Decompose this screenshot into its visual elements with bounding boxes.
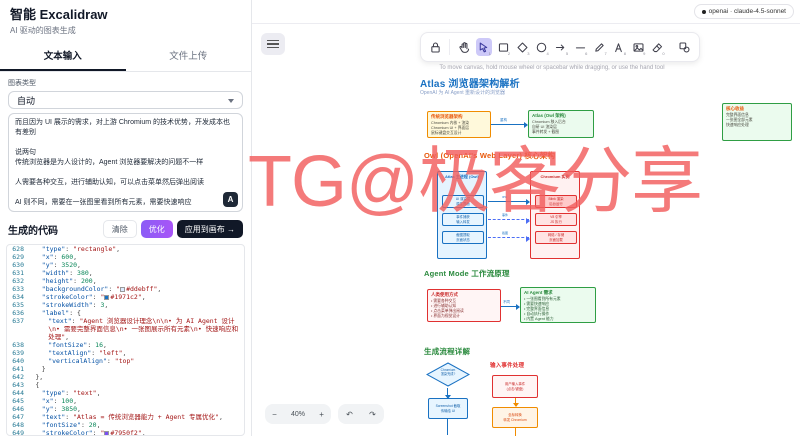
redo-button[interactable]: ↷ — [369, 410, 376, 419]
tab-file-upload[interactable]: 文件上传 — [126, 42, 252, 71]
menu-button[interactable] — [261, 33, 285, 55]
chart-type-select[interactable]: 自动 — [8, 91, 243, 109]
arrow-shape[interactable] — [512, 398, 519, 407]
shape-old-browser-box[interactable]: 传统浏览器架构 Chromium 内核 + 渲染 Chromium UI + 界… — [427, 111, 491, 138]
sidebar: 智能 Excalidraw AI 驱动的图表生成 文本输入 文件上传 图表类型 … — [0, 0, 252, 436]
lock-icon[interactable] — [427, 38, 443, 56]
chart-type-field: 图表类型 自动 — [0, 72, 251, 109]
container-title: Chromium 实例 — [540, 174, 570, 179]
ellipse-icon[interactable]: 4 — [533, 38, 549, 56]
connector-line[interactable] — [447, 419, 448, 435]
selection-icon[interactable]: 1 — [475, 38, 492, 56]
shape-chromium-container[interactable]: Chromium 实例 Blink 渲染 后台运行 V8 引擎 JS 执行 网络 /… — [530, 171, 580, 259]
box-title: 核心收益 — [726, 106, 744, 111]
shape-atlas-process-container[interactable]: Atlas 主进程 (Owl) UI 渲染层 原生界面 事件捕获 输入转发 截图提取… — [437, 171, 487, 259]
zoom-control: − 40% + — [265, 404, 331, 424]
generated-code-bar: 生成的代码 清除 优化 应用到画布 → — [0, 212, 251, 244]
arrow-icon[interactable]: 5 — [553, 38, 569, 56]
shape-human-box[interactable]: 人类使用方式 • 需要各种交互 • 进行辅助认知 • 点击菜单弹出阅读 • 界面… — [427, 289, 501, 322]
optimize-button[interactable]: 优化 — [140, 220, 173, 238]
box-title: Atlas (Owl 架构) — [532, 113, 566, 118]
chart-type-value: 自动 — [17, 95, 36, 106]
image-icon[interactable]: 9 — [630, 38, 646, 56]
text-style-button[interactable]: A — [223, 192, 238, 207]
model-selector[interactable]: openai · claude-4.5-sonnet — [693, 4, 794, 19]
arrow-label: 截图 — [502, 231, 509, 235]
zoom-value[interactable]: 40% — [291, 411, 305, 418]
sidebar-header: 智能 Excalidraw AI 驱动的图表生成 — [0, 0, 251, 38]
shape-input-event-box[interactable]: 用户输入事件 (点击/键盘) — [492, 375, 538, 398]
hand-icon[interactable] — [456, 38, 472, 56]
tab-text-input[interactable]: 文本输入 — [0, 42, 126, 71]
diamond-icon[interactable]: 3 — [514, 38, 530, 56]
box-title: AI Agent 需求 — [524, 290, 553, 295]
apply-to-canvas-button[interactable]: 应用到画布 → — [176, 220, 243, 238]
canvas-hint: To move canvas, hold mouse wheel or spac… — [439, 65, 665, 71]
rectangle-icon[interactable]: 2 — [495, 38, 511, 56]
shape-atlas-box[interactable]: Atlas (Owl 架构) Chromium 移入后台 自研 UI 渲染层 事… — [528, 110, 594, 138]
shape-inner-box[interactable]: 网络 / 存储 页面加载 — [535, 231, 577, 244]
clear-button[interactable]: 清除 — [102, 220, 137, 238]
undo-button[interactable]: ↶ — [346, 410, 353, 419]
chart-type-label: 图表类型 — [8, 80, 36, 87]
arrow-label: 重构 — [500, 118, 507, 122]
status-dot-icon — [701, 9, 706, 14]
arrow-shape[interactable] — [491, 121, 528, 128]
shape-inner-box[interactable]: 事件捕获 输入转发 — [442, 213, 484, 226]
flow-right-title[interactable]: 输入事件处理 — [490, 361, 524, 369]
tabs: 文本输入 文件上传 — [0, 42, 251, 72]
history-control: ↶ ↷ — [338, 404, 384, 424]
code-editor[interactable]: 628 "type": "rectangle", 629 "x": 600, 630 "y… — [6, 244, 245, 436]
arrow-shape[interactable] — [488, 235, 530, 242]
arrow-shape[interactable] — [501, 303, 520, 310]
shape-agent-box[interactable]: AI Agent 需求 • 一张图看到所有元素 • 需要快速响应 • 完整界面信… — [520, 287, 596, 323]
eraser-icon[interactable]: 0 — [649, 38, 665, 56]
arrow-label: IPC — [502, 195, 508, 199]
shape-inner-box[interactable]: V8 引擎 JS 执行 — [535, 213, 577, 226]
draw-icon[interactable]: 7 — [591, 38, 607, 56]
diagram-title-flow[interactable]: 生成流程详解 — [424, 346, 470, 357]
connector-line[interactable] — [515, 428, 516, 436]
diamond-label: Chromium 渲染完成? — [440, 368, 456, 376]
canvas[interactable]: openai · claude-4.5-sonnet 1234567890 To… — [252, 0, 800, 436]
model-label: openai · claude-4.5-sonnet — [708, 8, 786, 15]
shape-coord-box[interactable]: 坐标转换 转发 Chromium — [492, 407, 538, 428]
arrow-label: 不同 — [503, 300, 510, 304]
zoom-in-button[interactable]: + — [319, 410, 324, 419]
shape-benefit-box[interactable]: 核心收益 完整界面信息 一张图全部元素 快速响应处理 — [722, 103, 792, 141]
arrow-shape[interactable] — [488, 198, 530, 205]
app-subtitle: AI 驱动的图表生成 — [10, 26, 76, 35]
diagram-subtitle-1[interactable]: OpenAI 为 AI Agent 重新设计的浏览器 — [420, 89, 505, 96]
shape-inner-box[interactable]: UI 渲染层 原生界面 — [442, 195, 484, 208]
zoom-out-button[interactable]: − — [272, 410, 277, 419]
text-icon[interactable]: 8 — [611, 38, 627, 56]
shape-inner-box[interactable]: 截图提取 页面状态 — [442, 231, 484, 244]
line-icon[interactable]: 6 — [572, 38, 588, 56]
container-title: Atlas 主进程 (Owl) — [444, 174, 479, 179]
app-title: 智能 Excalidraw — [10, 7, 108, 22]
arrow-shape[interactable] — [444, 388, 451, 399]
prompt-area: 而且因为 UI 展示的需求，对上游 Chromium 的技术优势，开发成本也有差… — [8, 113, 243, 212]
generated-code-heading: 生成的代码 — [8, 225, 58, 237]
box-title: 传统浏览器架构 — [431, 114, 463, 119]
chevron-down-icon — [228, 99, 234, 103]
code-lines: 628 "type": "rectangle", 629 "x": 600, 630 "y… — [12, 245, 239, 436]
shape-screenshot-box[interactable]: Screenshot 截取 传输给 UI — [428, 398, 468, 419]
diagram-title-owl[interactable]: Owl (OpenAI's Web Layer) 核心架构 — [424, 150, 555, 161]
shapes-icon[interactable] — [677, 38, 693, 56]
app-root: 智能 Excalidraw AI 驱动的图表生成 文本输入 文件上传 图表类型 … — [0, 0, 800, 436]
box-title: 人类使用方式 — [431, 292, 458, 297]
arrow-shape[interactable] — [488, 217, 530, 224]
diagram-title-1[interactable]: Atlas 浏览器架构解析 — [420, 75, 520, 90]
arrow-label: 事件 — [502, 213, 509, 217]
diagram-title-agent[interactable]: Agent Mode 工作流原理 — [424, 268, 510, 279]
shape-inner-box[interactable]: Blink 渲染 后台运行 — [535, 195, 577, 208]
prompt-textarea[interactable]: 而且因为 UI 展示的需求，对上游 Chromium 的技术优势，开发成本也有差… — [8, 113, 243, 212]
excalidraw-toolbar: 1234567890 — [420, 32, 700, 62]
